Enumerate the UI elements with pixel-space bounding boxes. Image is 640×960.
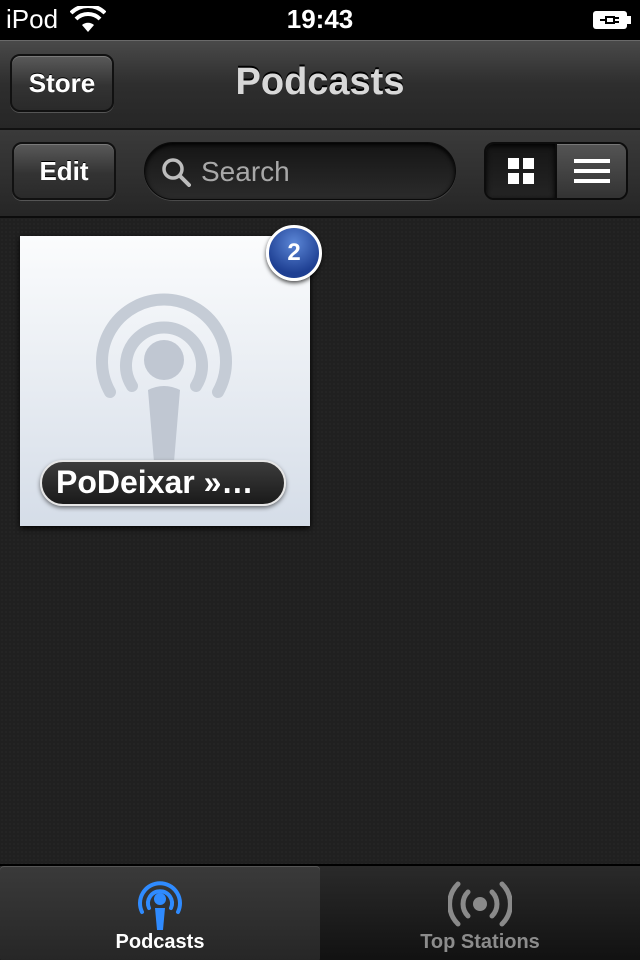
podcast-artwork-icon [96, 293, 232, 466]
podcast-grid: PoDeixar »… 2 [0, 218, 640, 864]
grid-view-button[interactable] [486, 144, 557, 198]
podcast-title: PoDeixar »… [40, 460, 286, 506]
status-bar: iPod 19:43 [0, 0, 640, 40]
list-icon [573, 159, 610, 183]
view-mode-control [484, 142, 628, 200]
search-icon [162, 158, 191, 187]
grid-icon [507, 158, 534, 184]
podcasts-tab-icon [138, 881, 182, 930]
tab-top-stations[interactable]: Top Stations [320, 866, 640, 960]
new-episodes-badge: 2 [266, 225, 322, 281]
store-button[interactable]: Store [10, 54, 114, 112]
list-view-button[interactable] [557, 144, 626, 198]
tab-top-stations-label: Top Stations [420, 931, 540, 953]
edit-button[interactable]: Edit [12, 142, 116, 200]
battery-charging-icon [593, 11, 631, 29]
app-screen: iPod 19:43 Podcasts Store Edit Search Po… [0, 0, 640, 960]
tab-bar: Podcasts Top Stations [0, 864, 640, 960]
podcast-tile[interactable]: PoDeixar »… [20, 236, 310, 526]
tab-podcasts[interactable]: Podcasts [0, 866, 320, 960]
status-time: 19:43 [286, 4, 354, 34]
toolbar: Edit [0, 130, 640, 218]
nav-bar: Podcasts Store [0, 40, 640, 130]
broadcast-icon [448, 881, 512, 927]
search-field[interactable] [144, 142, 456, 200]
search-input[interactable] [199, 151, 443, 193]
tab-podcasts-label: Podcasts [115, 931, 205, 953]
